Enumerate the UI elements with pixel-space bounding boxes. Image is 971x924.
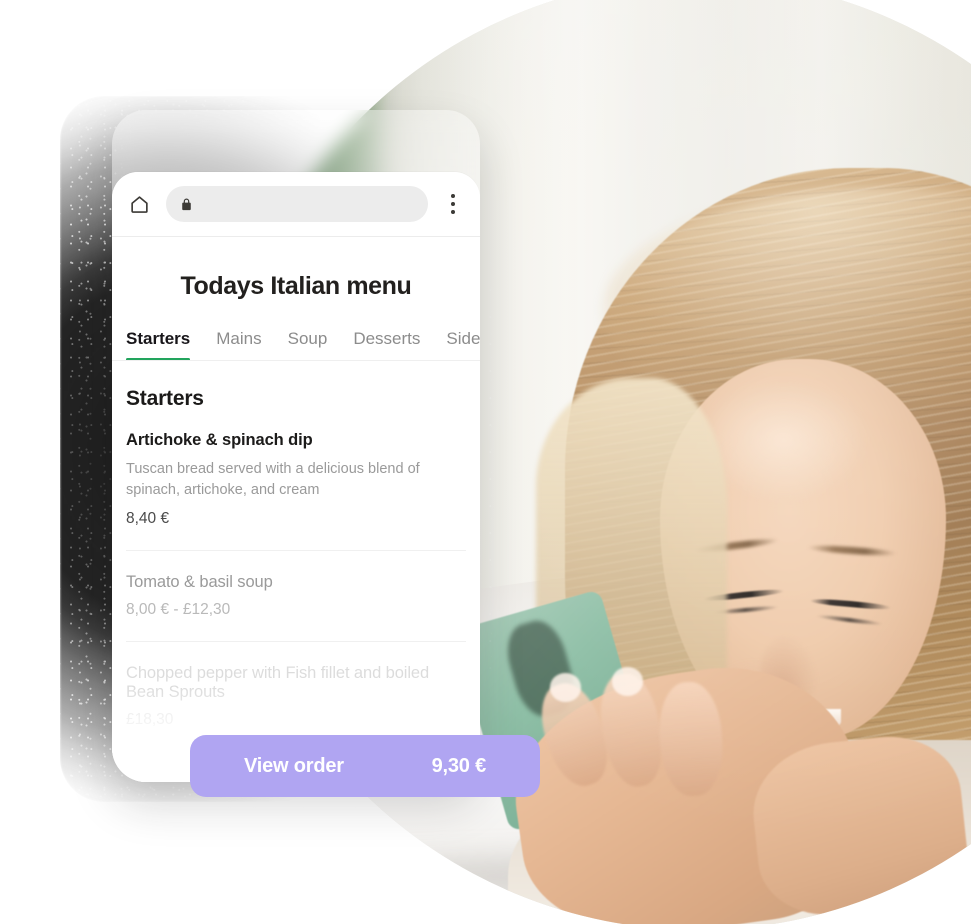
browser-window: Todays Italian menu Starters Mains Soup … [112,172,480,782]
fingernail [612,667,643,696]
menu-list: Starters Artichoke & spinach dip Tuscan … [112,361,480,751]
category-tabs: Starters Mains Soup Desserts Sides [112,301,480,361]
address-bar[interactable] [166,186,428,222]
page-title: Todays Italian menu [180,272,412,300]
lock-icon [180,197,193,212]
home-icon[interactable] [124,189,154,219]
menu-dot [451,210,455,214]
view-order-button[interactable]: View order 9,30 € [190,735,540,797]
tab-sides[interactable]: Sides [446,329,480,360]
menu-item-price: 8,40 € [126,510,170,528]
menu-item-name: Tomato & basil soup [126,573,273,592]
menu-item-name: Artichoke & spinach dip [126,431,313,449]
menu-item-description: Tuscan bread served with a delicious ble… [126,461,420,499]
tab-starters[interactable]: Starters [126,329,191,360]
menu-item[interactable]: Tomato & basil soup 8,00 € - £12,30 [126,573,466,643]
more-vertical-icon[interactable] [440,187,466,221]
tab-desserts[interactable]: Desserts [353,329,420,360]
phone-frame: Todays Italian menu Starters Mains Soup … [112,110,480,782]
menu-item-price: £18,30 [126,711,174,729]
menu-item[interactable]: Artichoke & spinach dip Tuscan bread ser… [126,431,466,552]
browser-toolbar [112,172,480,237]
section-title: Starters [126,387,204,410]
menu-item-price: 8,00 € - £12,30 [126,601,231,619]
view-order-label: View order [244,754,344,777]
menu-item-name: Chopped pepper with Fish fillet and boil… [126,664,430,702]
menu-dot [451,202,455,206]
tab-mains[interactable]: Mains [216,329,261,360]
menu-page: Todays Italian menu Starters Mains Soup … [112,237,480,782]
phone-mockup: Todays Italian menu Starters Mains Soup … [112,110,480,782]
promo-composition: Todays Italian menu Starters Mains Soup … [0,0,971,924]
tab-soup[interactable]: Soup [288,329,328,360]
order-total: 9,30 € [431,754,487,777]
fingernail [550,672,581,702]
menu-dot [451,194,455,198]
